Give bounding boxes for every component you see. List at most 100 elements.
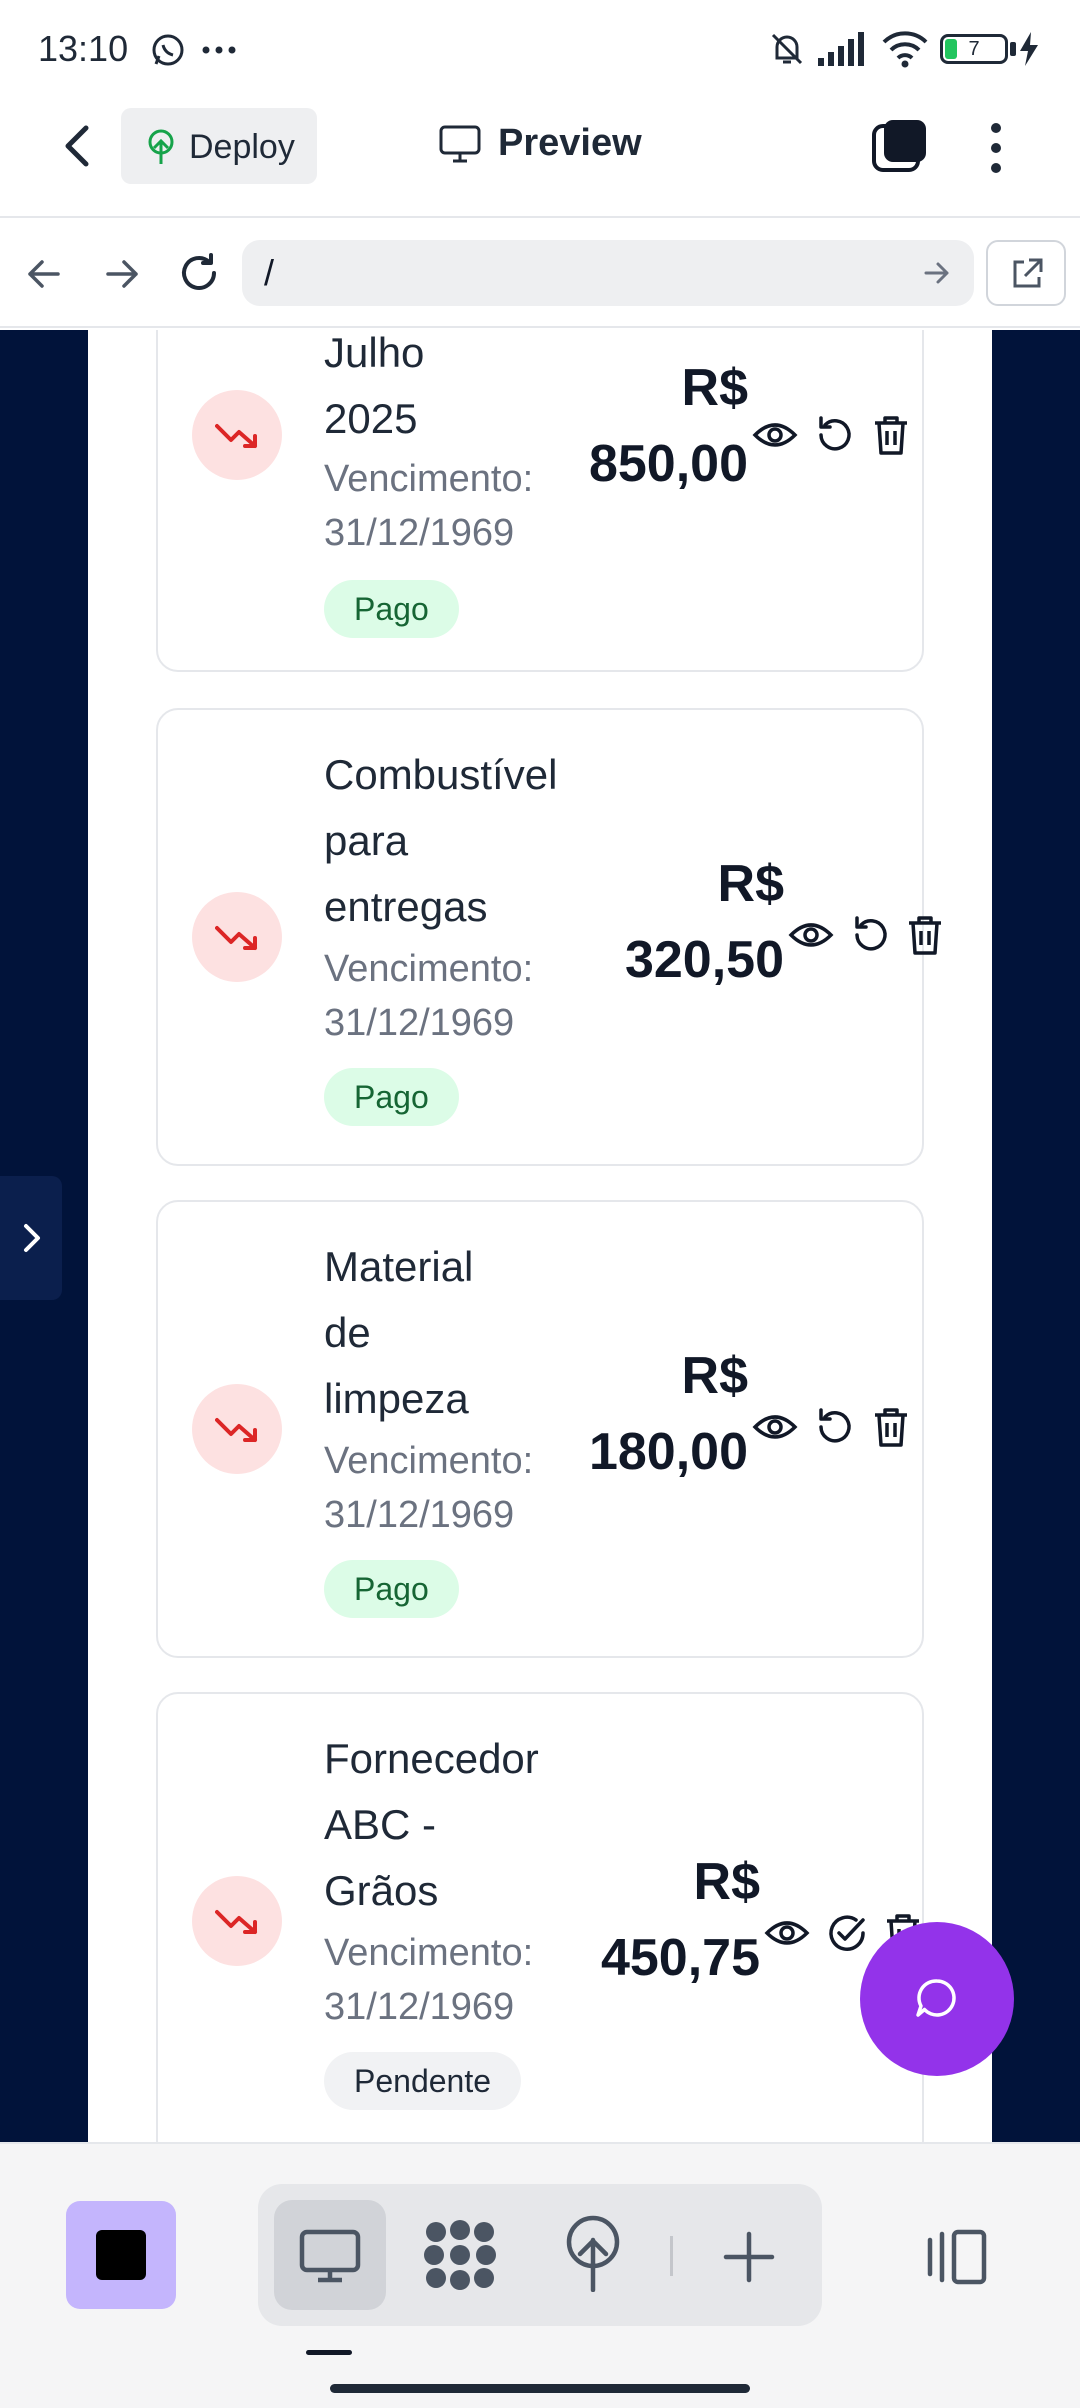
- status-badge: Pendente: [324, 2052, 522, 2110]
- nav-forward-button[interactable]: [100, 252, 144, 296]
- due-date: 31/12/1969: [324, 1494, 515, 1536]
- undo-button[interactable]: [808, 1400, 862, 1454]
- view-button[interactable]: [760, 1906, 814, 1960]
- charging-icon: [1018, 32, 1040, 66]
- trash-icon: [875, 1408, 907, 1447]
- expense-list: Julho 2025 Vencimento: 31/12/1969 Pago R…: [88, 330, 992, 2142]
- url-input[interactable]: /: [242, 240, 974, 306]
- monitor-icon: [299, 2229, 361, 2283]
- expense-title-line: entregas: [324, 883, 488, 930]
- preview-viewport: Julho 2025 Vencimento: 31/12/1969 Pago R…: [0, 330, 1080, 2142]
- reload-button[interactable]: [176, 250, 222, 296]
- expense-card: Material de limpeza Vencimento: 31/12/19…: [156, 1200, 924, 1658]
- whatsapp-icon: [150, 32, 186, 68]
- due-label: Vencimento:: [324, 948, 534, 990]
- chevron-right-icon: [24, 1224, 40, 1252]
- stop-square-icon: [96, 2230, 146, 2280]
- signal-icon: [818, 32, 866, 66]
- bell-muted-icon: [768, 30, 806, 68]
- status-badge: Pago: [324, 1560, 459, 1618]
- more-vertical-icon: [991, 123, 1001, 173]
- due-date: 31/12/1969: [324, 512, 515, 554]
- delete-button[interactable]: [898, 908, 952, 962]
- expense-title-line: de: [324, 1309, 371, 1356]
- grid-icon: [424, 2220, 496, 2290]
- view-button[interactable]: [784, 908, 838, 962]
- components-button[interactable]: [422, 2218, 498, 2292]
- eye-icon: [788, 923, 834, 947]
- undo-button[interactable]: [844, 908, 898, 962]
- expense-card: Julho 2025 Vencimento: 31/12/1969 Pago R…: [156, 330, 924, 672]
- more-notifications-icon: [202, 46, 236, 54]
- due-date: 31/12/1969: [324, 1986, 515, 2028]
- toolbar-divider: [670, 2236, 673, 2276]
- go-arrow-icon[interactable]: [922, 258, 952, 288]
- status-badge: Pago: [324, 580, 459, 638]
- trash-icon: [875, 416, 907, 455]
- tabs-button[interactable]: [870, 116, 930, 176]
- desktop-mode-button[interactable]: [274, 2200, 386, 2310]
- eye-icon: [752, 1415, 798, 1439]
- more-menu-button[interactable]: [980, 120, 1012, 176]
- delete-button[interactable]: [864, 1400, 918, 1454]
- chevron-left-icon: [65, 125, 89, 167]
- amount-currency: R$: [681, 359, 748, 417]
- battery-tip: [1010, 42, 1016, 56]
- expense-title-line: Material: [324, 1243, 474, 1290]
- tabs-icon: [872, 120, 926, 172]
- undo-icon: [855, 916, 887, 951]
- plus-icon: [723, 2231, 775, 2283]
- trending-down-icon: [192, 892, 282, 982]
- trending-down-icon: [192, 1876, 282, 1966]
- due-label: Vencimento:: [324, 1440, 534, 1482]
- deploy-icon: [143, 128, 179, 166]
- deploy-mode-button[interactable]: [562, 2214, 624, 2292]
- expense-title-line: para: [324, 817, 409, 864]
- gesture-bar: [330, 2384, 750, 2393]
- status-time: 13:10: [38, 28, 129, 69]
- amount-currency: R$: [693, 1853, 760, 1911]
- chat-button[interactable]: [860, 1922, 1014, 2076]
- amount-value: 180,00: [588, 1423, 748, 1481]
- add-button[interactable]: [722, 2230, 776, 2284]
- amount-currency: R$: [717, 855, 784, 913]
- url-text: /: [264, 252, 275, 293]
- view-button[interactable]: [748, 408, 802, 462]
- nav-back-button[interactable]: [22, 252, 66, 296]
- deploy-icon: [566, 2215, 620, 2292]
- mark-paid-button[interactable]: [820, 1906, 874, 1960]
- expense-card: Combustível para entregas Vencimento: 31…: [156, 708, 941, 1166]
- chat-bubble-icon: [916, 1979, 956, 2017]
- amount-currency: R$: [681, 1347, 748, 1405]
- amount-value: 450,75: [600, 1929, 760, 1987]
- expense-title-line: ABC -: [324, 1801, 437, 1848]
- external-link-icon: [1013, 258, 1043, 288]
- trash-icon: [909, 916, 941, 955]
- panel-toggle-button[interactable]: [924, 2226, 990, 2288]
- deploy-button[interactable]: Deploy: [121, 108, 317, 184]
- status-badge: Pago: [324, 1068, 459, 1126]
- sidebar-panel-icon: [927, 2229, 987, 2285]
- check-circle-icon: [829, 1915, 865, 1951]
- wifi-icon: [882, 30, 928, 68]
- deploy-label: Deploy: [189, 128, 295, 166]
- delete-button[interactable]: [864, 408, 918, 462]
- open-external-button[interactable]: [986, 240, 1066, 306]
- refresh-icon: [182, 253, 216, 290]
- battery-level: 7: [968, 38, 980, 60]
- battery-icon: 7: [940, 34, 1008, 64]
- arrow-right-icon: [106, 260, 138, 288]
- expense-title-line: Grãos: [324, 1867, 439, 1914]
- due-label: Vencimento:: [324, 1932, 534, 1974]
- preview-title[interactable]: Preview: [498, 122, 642, 165]
- view-button[interactable]: [748, 1400, 802, 1454]
- expense-title-line: Julho: [324, 330, 425, 376]
- app-switch-button[interactable]: [66, 2201, 176, 2309]
- expense-title-line: limpeza: [324, 1375, 469, 1422]
- trending-down-icon: [192, 390, 282, 480]
- undo-button[interactable]: [808, 408, 862, 462]
- sidebar-toggle[interactable]: [0, 1176, 62, 1300]
- expense-title-line: Fornecedor: [324, 1735, 539, 1782]
- back-button[interactable]: [54, 118, 104, 174]
- eye-icon: [752, 423, 798, 447]
